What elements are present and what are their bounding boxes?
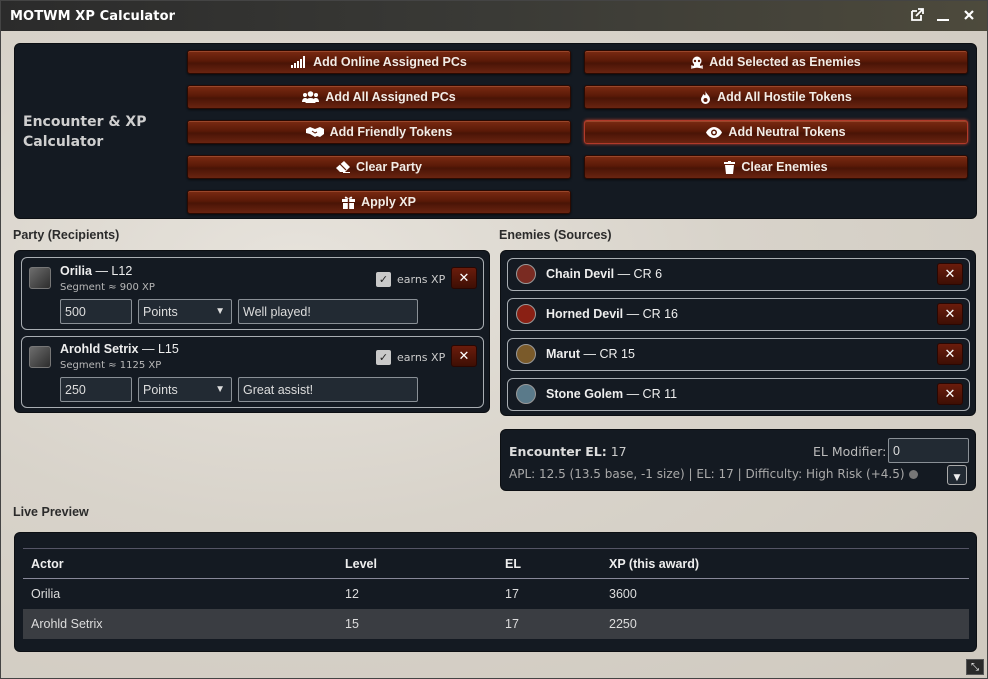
enemy-row: Horned Devil — CR 16 ✕ xyxy=(507,298,970,331)
encounter-el-panel: Encounter EL: 17 EL Modifier: 0 APL: 12.… xyxy=(500,429,976,491)
add-friendly-tokens-button[interactable]: Add Friendly Tokens xyxy=(187,120,571,144)
enemy-name: Chain Devil — CR 6 xyxy=(546,267,663,281)
clear-party-button[interactable]: Clear Party xyxy=(187,155,571,179)
add-selected-enemies-button[interactable]: Add Selected as Enemies xyxy=(584,50,968,74)
cell-level: 15 xyxy=(337,608,497,639)
column-header-xp: XP (this award) xyxy=(601,548,969,579)
earns-xp-label: earns XP xyxy=(397,351,446,364)
remove-enemy-button[interactable]: ✕ xyxy=(937,263,963,285)
remove-member-button[interactable]: ✕ xyxy=(451,267,477,289)
table-row: Arohld Setrix 15 17 2250 xyxy=(23,608,969,639)
remove-member-button[interactable]: ✕ xyxy=(451,345,477,367)
eye-icon xyxy=(706,126,723,138)
remove-enemy-button[interactable]: ✕ xyxy=(937,303,963,325)
add-online-pcs-button[interactable]: Add Online Assigned PCs xyxy=(187,50,571,74)
avatar xyxy=(516,264,536,284)
minimize-icon[interactable] xyxy=(935,7,951,23)
xp-mode-select[interactable]: Points ▼ xyxy=(138,299,232,324)
encounter-info: APL: 12.5 (13.5 base, -1 size) | EL: 17 … xyxy=(509,467,918,481)
trash-icon xyxy=(724,160,736,174)
party-section-label: Party (Recipients) xyxy=(13,228,120,242)
party-member-card: Arohld Setrix — L15 Segment ≈ 1125 XP ✓ … xyxy=(21,336,484,408)
xp-note-input[interactable]: Great assist! xyxy=(238,377,418,402)
cell-el: 17 xyxy=(497,608,601,639)
xp-amount-input[interactable]: 500 xyxy=(60,299,132,324)
chevron-down-icon: ▼ xyxy=(215,306,225,317)
column-header-level: Level xyxy=(337,548,497,579)
avatar xyxy=(516,344,536,364)
title-bar[interactable]: MOTWM XP Calculator xyxy=(1,1,987,31)
avatar xyxy=(29,267,51,289)
table-row: Orilia 12 17 3600 xyxy=(23,579,969,609)
enemy-name: Stone Golem — CR 11 xyxy=(546,387,678,401)
popout-icon[interactable] xyxy=(909,7,925,23)
info-icon[interactable] xyxy=(908,470,918,479)
el-modifier-input[interactable]: 0 xyxy=(888,438,969,463)
member-name: Arohld Setrix — L15 xyxy=(60,342,179,356)
cell-el: 17 xyxy=(505,586,519,601)
add-all-assigned-pcs-button[interactable]: Add All Assigned PCs xyxy=(187,85,571,109)
enemy-name: Horned Devil — CR 16 xyxy=(546,307,678,321)
encounter-el: Encounter EL: 17 xyxy=(509,444,627,459)
table-header-row: Actor Level EL XP (this award) xyxy=(23,548,969,579)
live-preview-label: Live Preview xyxy=(13,505,89,519)
member-segment: Segment ≈ 1125 XP xyxy=(60,360,162,371)
cell-actor: Arohld Setrix xyxy=(23,608,337,639)
column-header-el: EL xyxy=(497,548,601,579)
signal-icon xyxy=(291,56,307,68)
skull-icon xyxy=(691,56,704,69)
cell-actor: Orilia xyxy=(31,586,61,601)
member-segment: Segment ≈ 900 XP xyxy=(60,282,155,293)
earns-xp-label: earns XP xyxy=(397,273,446,286)
avatar xyxy=(516,384,536,404)
column-header-actor: Actor xyxy=(23,548,337,579)
resize-handle-icon[interactable]: ⤡ xyxy=(966,659,984,675)
enemies-panel: Chain Devil — CR 6 ✕ Horned Devil — CR 1… xyxy=(500,250,976,416)
eraser-icon xyxy=(335,161,350,173)
remove-enemy-button[interactable]: ✕ xyxy=(937,383,963,405)
window-title: MOTWM XP Calculator xyxy=(10,8,176,24)
add-hostile-tokens-button[interactable]: Add All Hostile Tokens xyxy=(584,85,968,109)
enemy-row: Stone Golem — CR 11 ✕ xyxy=(507,378,970,411)
chevron-down-icon[interactable]: ▼ xyxy=(947,465,967,485)
remove-enemy-button[interactable]: ✕ xyxy=(937,343,963,365)
xp-amount-input[interactable]: 250 xyxy=(60,377,132,402)
xp-calculator-window: MOTWM XP Calculator Encounter & XP Calcu… xyxy=(0,0,988,679)
encounter-calculator-title: Encounter & XP Calculator xyxy=(23,114,147,150)
cell-level: 12 xyxy=(345,586,359,601)
xp-mode-select[interactable]: Points ▼ xyxy=(138,377,232,402)
enemies-section-label: Enemies (Sources) xyxy=(499,228,612,242)
handshake-icon xyxy=(305,126,324,138)
actions-panel: Encounter & XP Calculator Add Online Ass… xyxy=(14,43,977,219)
avatar xyxy=(29,346,51,368)
fire-icon xyxy=(700,90,711,104)
enemy-row: Marut — CR 15 ✕ xyxy=(507,338,970,371)
chevron-down-icon: ▼ xyxy=(215,384,225,395)
add-neutral-tokens-button[interactable]: Add Neutral Tokens xyxy=(584,120,968,144)
earns-xp-checkbox[interactable]: ✓ xyxy=(376,272,391,287)
live-preview-panel: Actor Level EL XP (this award) Orilia 12… xyxy=(14,532,977,652)
preview-table: Actor Level EL XP (this award) Orilia 12… xyxy=(23,548,969,639)
clear-enemies-button[interactable]: Clear Enemies xyxy=(584,155,968,179)
cell-xp: 3600 xyxy=(609,586,637,601)
close-icon[interactable] xyxy=(961,7,977,23)
enemy-row: Chain Devil — CR 6 ✕ xyxy=(507,258,970,291)
party-panel: Orilia — L12 Segment ≈ 900 XP ✓ earns XP… xyxy=(14,250,490,413)
avatar xyxy=(516,304,536,324)
el-modifier-label: EL Modifier: xyxy=(813,444,887,459)
cell-xp: 2250 xyxy=(601,608,969,639)
apply-xp-button[interactable]: Apply XP xyxy=(187,190,571,214)
users-icon xyxy=(302,91,320,103)
enemy-name: Marut — CR 15 xyxy=(546,347,635,361)
gift-icon xyxy=(342,196,356,209)
xp-note-input[interactable]: Well played! xyxy=(238,299,418,324)
earns-xp-checkbox[interactable]: ✓ xyxy=(376,350,391,365)
member-name: Orilia — L12 xyxy=(60,264,133,278)
party-member-card: Orilia — L12 Segment ≈ 900 XP ✓ earns XP… xyxy=(21,257,484,330)
